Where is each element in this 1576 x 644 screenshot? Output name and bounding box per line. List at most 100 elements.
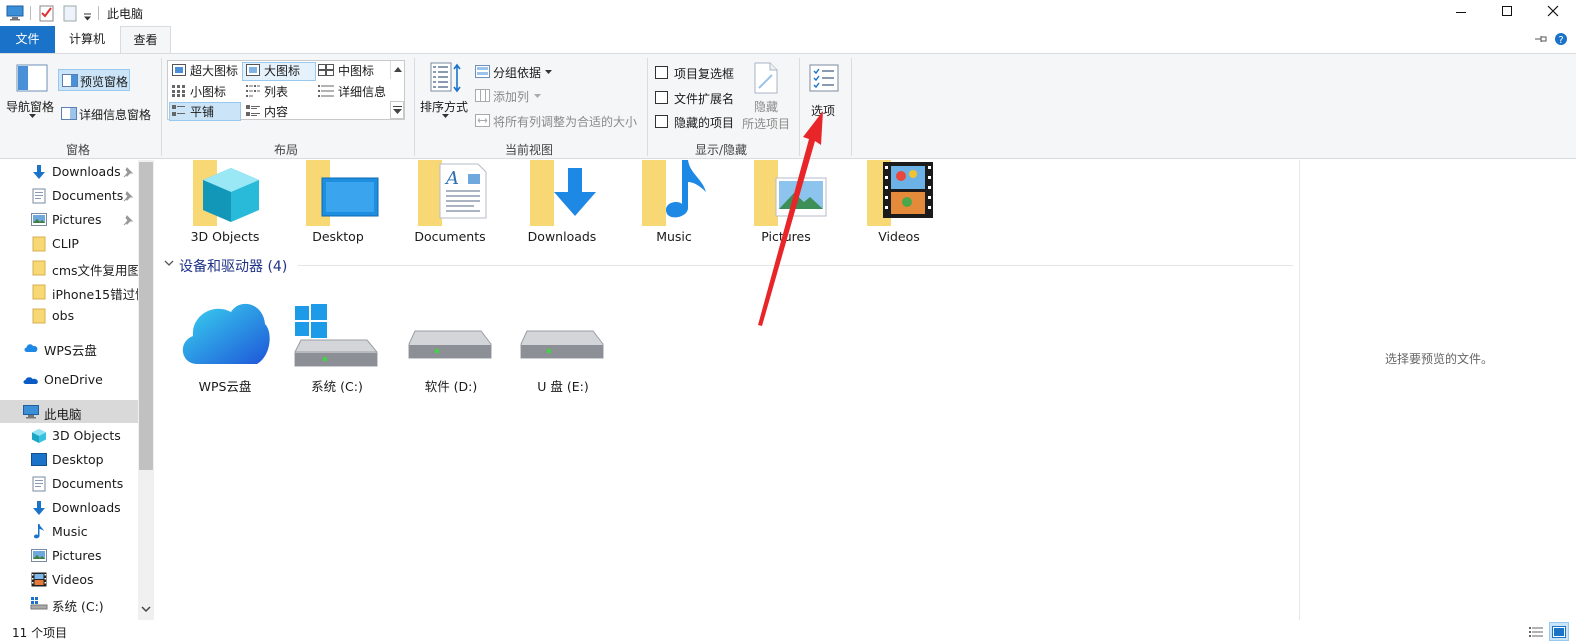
nav-item-drive-c[interactable]: 系统 (C:) bbox=[0, 592, 138, 615]
layout-details[interactable]: 详细信息 bbox=[317, 82, 389, 100]
nav-item-obs[interactable]: obs bbox=[0, 304, 138, 327]
layout-medium[interactable]: 中图标 bbox=[317, 61, 389, 79]
folder-tile-desktop[interactable]: Desktop bbox=[288, 160, 388, 248]
drive-tile-d[interactable]: 软件 (D:) bbox=[399, 290, 499, 396]
nav-item-pictures-quick[interactable]: Pictures bbox=[0, 208, 138, 231]
layout-extra-large[interactable]: 超大图标 bbox=[170, 61, 242, 79]
layout-list[interactable]: 列表 bbox=[244, 82, 316, 100]
nav-item-cms[interactable]: cms文件复用图片 bbox=[0, 256, 138, 279]
folder-tile-videos[interactable]: Videos bbox=[849, 160, 949, 248]
devices-section-header[interactable]: 设备和驱动器 (4) bbox=[179, 256, 287, 276]
add-columns-button: 添加列 bbox=[474, 87, 564, 105]
nav-item-label: iPhone15错过快 bbox=[52, 287, 138, 302]
content-icon bbox=[246, 105, 260, 116]
sort-by-button[interactable]: 排序方式 bbox=[418, 60, 472, 126]
pin-ribbon-icon[interactable] bbox=[1534, 34, 1548, 44]
large-icons-view-button[interactable] bbox=[1549, 622, 1569, 641]
group-label-panes: 窗格 bbox=[66, 143, 91, 157]
nav-item-videos[interactable]: Videos bbox=[0, 568, 138, 591]
item-checkboxes-toggle[interactable]: 项目复选框 bbox=[654, 64, 746, 82]
nav-item-pictures[interactable]: Pictures bbox=[0, 544, 138, 567]
nav-item-this-pc[interactable]: 此电脑 bbox=[0, 400, 138, 423]
svg-text:A: A bbox=[444, 168, 459, 189]
nav-item-label: 3D Objects bbox=[52, 428, 121, 443]
folder-tile-music[interactable]: Music bbox=[624, 160, 724, 248]
hidden-items-toggle[interactable]: 隐藏的项目 bbox=[654, 113, 746, 131]
tab-view[interactable]: 查看 bbox=[120, 26, 171, 54]
layout-large[interactable]: 大图标 bbox=[244, 61, 316, 79]
layout-tiles[interactable]: 平铺 bbox=[170, 102, 242, 120]
chevron-down-icon[interactable] bbox=[164, 260, 174, 267]
nav-item-documents[interactable]: Documents bbox=[0, 472, 138, 495]
nav-item-wps-cloud[interactable]: WPS云盘 bbox=[0, 336, 138, 359]
file-extensions-checkbox[interactable] bbox=[655, 91, 668, 104]
nav-item-iphone15[interactable]: iPhone15错过快 bbox=[0, 280, 138, 303]
tab-computer[interactable]: 计算机 bbox=[56, 26, 118, 53]
preview-pane-button[interactable]: 预览窗格 bbox=[58, 69, 130, 91]
help-icon[interactable]: ? bbox=[1554, 32, 1568, 46]
chevron-down-icon bbox=[545, 70, 552, 74]
qa-dropdown-icon[interactable] bbox=[83, 8, 92, 26]
tab-file[interactable]: 文件 bbox=[0, 26, 55, 53]
nav-scrollbar-thumb[interactable] bbox=[139, 162, 153, 470]
minimize-button[interactable] bbox=[1438, 0, 1484, 26]
details-pane-button[interactable]: 详细信息窗格 bbox=[58, 102, 158, 124]
nav-scrollbar[interactable] bbox=[138, 160, 154, 620]
fit-columns-button: 将所有列调整为合适的大小 bbox=[474, 112, 644, 130]
folder-tile-documents[interactable]: A Documents bbox=[400, 160, 500, 248]
group-by-button[interactable]: 分组依据 bbox=[474, 63, 564, 81]
drive-tile-c[interactable]: 系统 (C:) bbox=[285, 290, 385, 396]
nav-item-label: Desktop bbox=[52, 452, 104, 467]
fit-columns-icon bbox=[475, 114, 490, 127]
nav-item-documents-quick[interactable]: Documents bbox=[0, 184, 138, 207]
layout-expand[interactable] bbox=[390, 101, 404, 119]
folder-tile-3d-objects[interactable]: 3D Objects bbox=[175, 160, 275, 248]
layout-label: 列表 bbox=[264, 85, 289, 99]
videos-icon bbox=[31, 572, 47, 587]
drive-label: U 盘 (E:) bbox=[537, 379, 589, 394]
desktop-icon bbox=[31, 453, 47, 466]
file-extensions-toggle[interactable]: 文件扩展名 bbox=[654, 89, 746, 107]
nav-item-music[interactable]: Music bbox=[0, 520, 138, 543]
chevron-down-icon[interactable] bbox=[141, 606, 151, 613]
new-folder-icon[interactable] bbox=[63, 4, 77, 22]
folder-label: 3D Objects bbox=[190, 229, 260, 244]
folder-tile-downloads[interactable]: Downloads bbox=[512, 160, 612, 248]
nav-item-downloads[interactable]: Downloads bbox=[0, 496, 138, 519]
nav-item-label: Documents bbox=[52, 476, 124, 491]
layout-content[interactable]: 内容 bbox=[244, 102, 316, 120]
sort-by-label: 排序方式 bbox=[420, 100, 469, 114]
nav-item-clip[interactable]: CLIP bbox=[0, 232, 138, 255]
add-columns-icon bbox=[475, 89, 490, 102]
sort-icon bbox=[430, 62, 461, 93]
layout-label: 大图标 bbox=[264, 64, 301, 78]
nav-item-onedrive[interactable]: OneDrive bbox=[0, 368, 138, 391]
maximize-icon bbox=[1502, 6, 1512, 16]
drive-tile-wps[interactable]: WPS云盘 bbox=[173, 290, 273, 396]
layout-small[interactable]: 小图标 bbox=[170, 82, 242, 100]
drive-tile-e[interactable]: U 盘 (E:) bbox=[511, 290, 611, 396]
pin-icon bbox=[123, 215, 134, 226]
navigation-pane: Downloads Documents Pictures CLIP cms文件复… bbox=[0, 160, 155, 620]
item-count: 11 个项目 bbox=[12, 626, 68, 640]
maximize-button[interactable] bbox=[1484, 0, 1530, 26]
nav-item-desktop[interactable]: Desktop bbox=[0, 448, 138, 471]
group-by-icon bbox=[475, 65, 490, 78]
close-button[interactable] bbox=[1530, 0, 1576, 26]
preview-pane-icon bbox=[62, 74, 78, 87]
nav-item-3d-objects[interactable]: 3D Objects bbox=[0, 424, 138, 447]
large-icons-view-icon bbox=[1552, 626, 1566, 638]
window-title: 此电脑 bbox=[107, 7, 144, 21]
details-pane-icon bbox=[61, 107, 77, 120]
hidden-items-checkbox[interactable] bbox=[655, 115, 668, 128]
nav-item-label: CLIP bbox=[52, 236, 79, 251]
details-view-icon[interactable] bbox=[1528, 625, 1544, 639]
layout-scroll-up[interactable] bbox=[390, 61, 404, 79]
properties-icon[interactable] bbox=[39, 4, 55, 22]
folder-icon bbox=[32, 260, 46, 276]
item-checkboxes-checkbox[interactable] bbox=[655, 66, 668, 79]
folder-label: Videos bbox=[878, 229, 920, 244]
nav-item-label: Videos bbox=[52, 572, 94, 587]
nav-item-downloads-quick[interactable]: Downloads bbox=[0, 160, 138, 183]
nav-pane-button[interactable]: 导航窗格 bbox=[4, 60, 58, 120]
